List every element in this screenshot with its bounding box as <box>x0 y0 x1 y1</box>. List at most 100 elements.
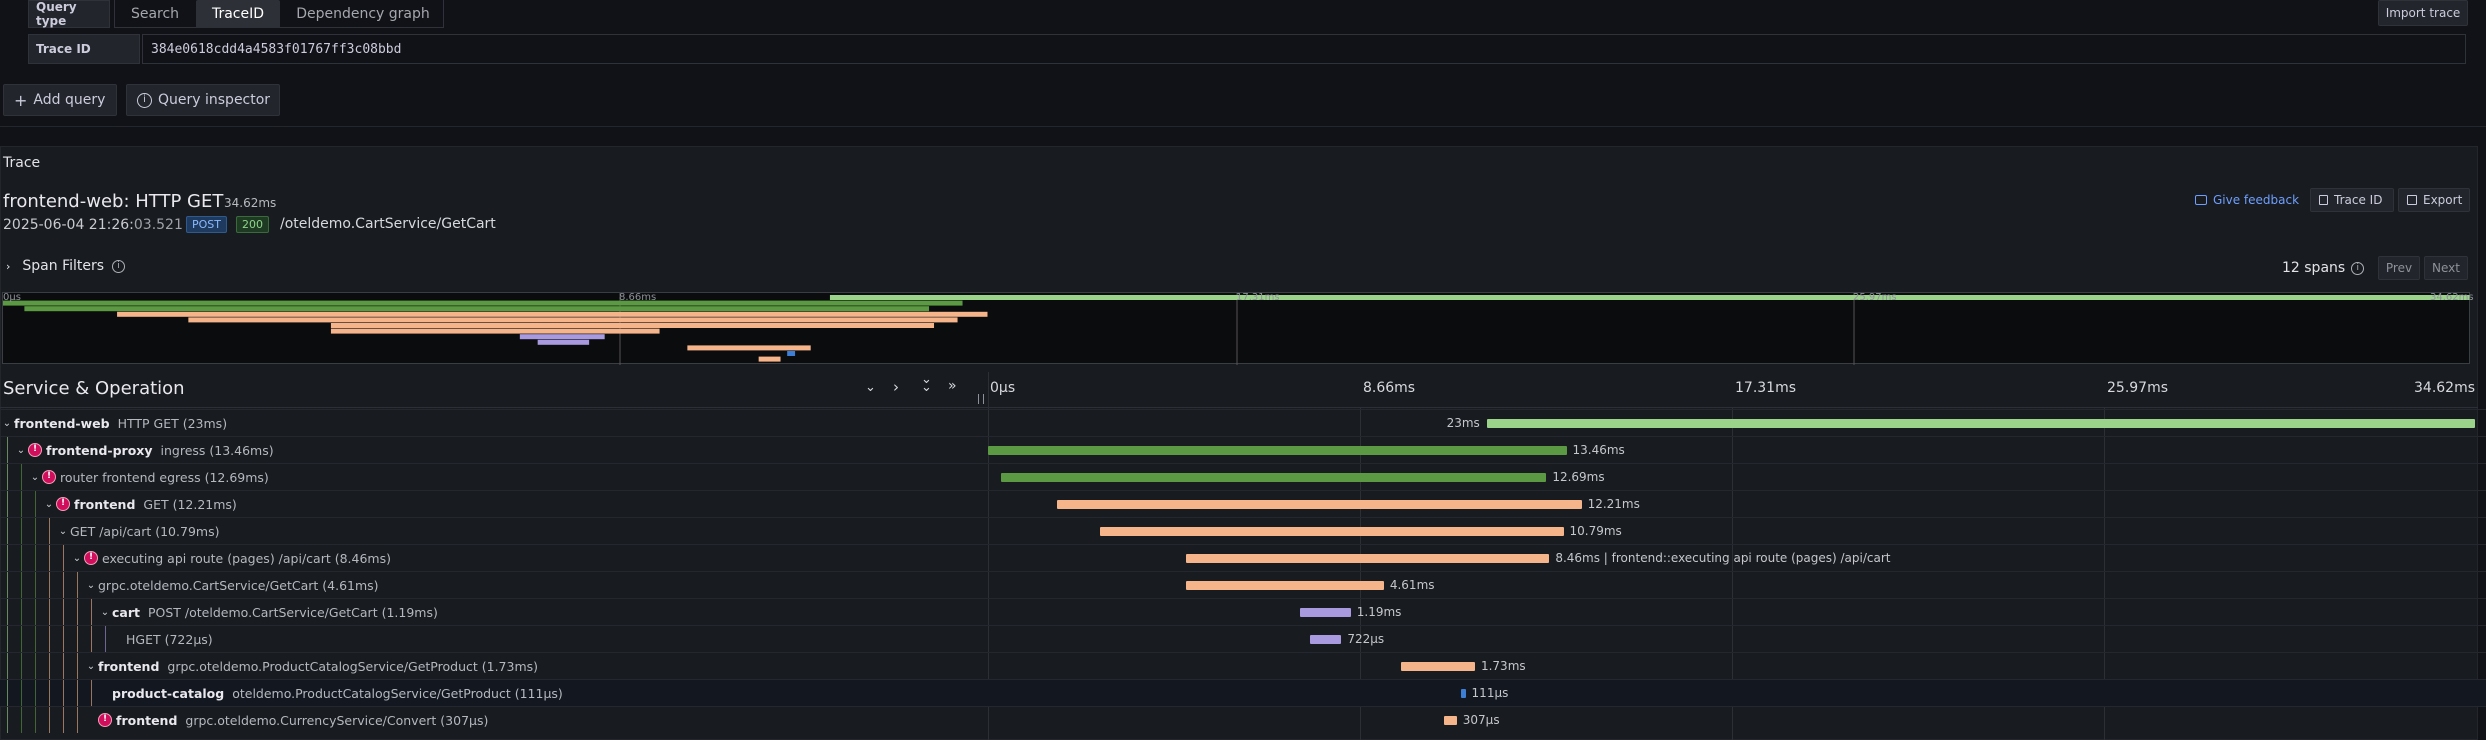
span-row-label[interactable]: ⌄ GET /api/cart (10.79ms) <box>0 518 988 544</box>
span-row-label[interactable]: ⌄! executing api route (pages) /api/cart … <box>0 545 988 571</box>
span-duration-label: 4.61ms <box>1389 578 1435 592</box>
export-button[interactable]: Export <box>2398 188 2470 212</box>
depth-guide <box>21 653 22 679</box>
depth-guide <box>49 518 50 544</box>
chevron-down-icon[interactable]: ⌄ <box>14 445 28 456</box>
tab-dependency-graph[interactable]: Dependency graph <box>283 0 443 28</box>
span-duration-label: 13.46ms <box>1572 443 1625 457</box>
trace-id-button[interactable]: Trace ID <box>2310 188 2394 212</box>
span-row[interactable]: ⌄ grpc.oteldemo.CartService/GetCart (4.61… <box>0 571 2486 598</box>
span-row[interactable]: ⌄! executing api route (pages) /api/cart … <box>0 544 2486 571</box>
query-inspector-button[interactable]: i Query inspector <box>126 84 280 116</box>
minimap-tick-3: 25.97ms <box>1853 292 1897 303</box>
span-bar[interactable] <box>1443 716 1457 725</box>
chevron-down-icon[interactable]: ⌄ <box>42 499 56 510</box>
query-editor-divider <box>0 126 2486 127</box>
chevron-down-icon[interactable]: ⌄ <box>84 580 98 591</box>
minimap-span <box>829 295 2470 300</box>
expand-all-icon[interactable]: » <box>948 378 957 394</box>
span-row-label[interactable]: ⌄ grpc.oteldemo.CartService/GetCart (4.61… <box>0 572 988 598</box>
span-bar[interactable] <box>1185 554 1550 563</box>
span-filters-toggle[interactable]: › Span Filters i <box>6 258 126 274</box>
give-feedback-link[interactable]: Give feedback <box>2195 193 2299 207</box>
chevron-down-icon[interactable]: ⌄ <box>70 553 84 564</box>
give-feedback-label: Give feedback <box>2213 193 2300 207</box>
chevron-down-icon[interactable]: ⌄ <box>84 661 98 672</box>
span-row[interactable]: ⌄ cart POST /oteldemo.CartService/GetCart … <box>0 598 2486 625</box>
timeline-tick-3: 25.97ms <box>2107 380 2169 396</box>
span-duration-label: 722μs <box>1347 632 1385 646</box>
span-row[interactable]: product-catalog oteldemo.ProductCatalogSe… <box>0 679 2486 706</box>
span-row[interactable]: ⌄! router frontend egress (12.69ms) 12.69m… <box>0 463 2486 490</box>
span-bar[interactable] <box>988 446 1567 455</box>
chevron-down-icon[interactable]: ⌄ <box>56 526 70 537</box>
service-operation-header: Service & Operation <box>3 378 185 399</box>
column-resizer[interactable] <box>978 394 984 404</box>
tab-search[interactable]: Search <box>115 0 195 28</box>
import-trace-button[interactable]: Import trace <box>2378 0 2468 26</box>
span-bar[interactable] <box>1099 527 1564 536</box>
collapse-one-icon[interactable]: ⌄ <box>865 380 876 395</box>
span-duration-label: 12.21ms <box>1587 497 1640 511</box>
span-bar[interactable] <box>1056 500 1582 509</box>
depth-guide <box>77 653 78 679</box>
span-row-label[interactable]: ⌄! frontend-proxy ingress (13.46ms) <box>0 437 988 463</box>
span-service-name: frontend <box>74 496 136 512</box>
depth-guide <box>63 599 64 625</box>
minimap-span <box>330 328 660 334</box>
trace-id-input[interactable]: 384e0618cdd4a4583f01767ff3c08bbd <box>142 34 2466 64</box>
depth-guide <box>7 653 8 679</box>
span-row-label[interactable]: ⌄ frontend-web HTTP GET (23ms) <box>0 410 988 436</box>
span-row[interactable]: HGET (722μs) 722μs <box>0 625 2486 652</box>
span-operation-name: oteldemo.ProductCatalogService/GetProduc… <box>232 685 563 701</box>
span-row-label[interactable]: ! frontend grpc.oteldemo.CurrencyService/C… <box>0 707 988 733</box>
depth-guide <box>21 707 22 733</box>
span-duration-label: 1.19ms <box>1356 605 1402 619</box>
span-bar[interactable] <box>1486 419 2476 428</box>
expand-one-icon[interactable]: › <box>893 378 899 396</box>
plus-icon: + <box>14 90 28 110</box>
timestamp-seconds: 03.521 <box>133 217 183 233</box>
timeline-tick-2: 17.31ms <box>1735 380 1797 396</box>
depth-guide <box>35 599 36 625</box>
add-query-button[interactable]: + Add query <box>3 84 117 116</box>
tab-traceid[interactable]: TraceID <box>196 0 280 28</box>
chevron-down-icon[interactable]: ⌄ <box>28 472 42 483</box>
span-bar[interactable] <box>1400 662 1475 671</box>
span-row[interactable]: ⌄ GET /api/cart (10.79ms) 10.79ms <box>0 517 2486 544</box>
span-row-label[interactable]: ⌄! router frontend egress (12.69ms) <box>0 464 988 490</box>
span-service-name: frontend-web <box>14 415 110 431</box>
span-row[interactable]: ⌄! frontend-proxy ingress (13.46ms) 13.46ms <box>0 436 2486 463</box>
span-row[interactable]: ! frontend grpc.oteldemo.CurrencyService/C… <box>0 706 2486 733</box>
timestamp-main: 2025-06-04 21:26: <box>3 217 134 233</box>
query-type-label: Query type <box>28 0 110 28</box>
error-icon: ! <box>42 470 56 484</box>
span-bar[interactable] <box>1310 635 1342 644</box>
chevron-down-icon[interactable]: ⌄ <box>0 418 14 429</box>
span-bar[interactable] <box>1000 473 1547 482</box>
depth-guide <box>91 626 92 652</box>
span-row[interactable]: ⌄ frontend-web HTTP GET (23ms) 23ms <box>0 409 2486 436</box>
depth-guide <box>49 707 50 733</box>
span-row-label[interactable]: ⌄ frontend grpc.oteldemo.ProductCatalogSer… <box>0 653 988 679</box>
depth-guide <box>21 572 22 598</box>
depth-guide <box>21 680 22 706</box>
span-bar[interactable] <box>1185 581 1384 590</box>
span-row-label[interactable]: ⌄ cart POST /oteldemo.CartService/GetCart … <box>0 599 988 625</box>
depth-guide <box>7 572 8 598</box>
span-bar[interactable] <box>1460 689 1466 698</box>
span-operation-name: HGET (722μs) <box>126 631 213 647</box>
span-row-label[interactable]: HGET (722μs) <box>0 626 988 652</box>
span-row-label[interactable]: product-catalog oteldemo.ProductCatalogSe… <box>0 680 988 706</box>
span-row[interactable]: ⌄! frontend GET (12.21ms) 12.21ms <box>0 490 2486 517</box>
chevron-down-icon[interactable]: ⌄ <box>98 607 112 618</box>
span-row-label[interactable]: ⌄! frontend GET (12.21ms) <box>0 491 988 517</box>
depth-guide <box>49 680 50 706</box>
collapse-all-icon[interactable]: ⌄ ⌄ <box>921 373 932 394</box>
prev-button[interactable]: Prev <box>2378 256 2420 280</box>
span-bar[interactable] <box>1299 608 1351 617</box>
next-button[interactable]: Next <box>2424 256 2468 280</box>
minimap-span <box>330 323 935 328</box>
span-row[interactable]: ⌄ frontend grpc.oteldemo.ProductCatalogSer… <box>0 652 2486 679</box>
span-operation-name: GET /api/cart (10.79ms) <box>70 523 220 539</box>
